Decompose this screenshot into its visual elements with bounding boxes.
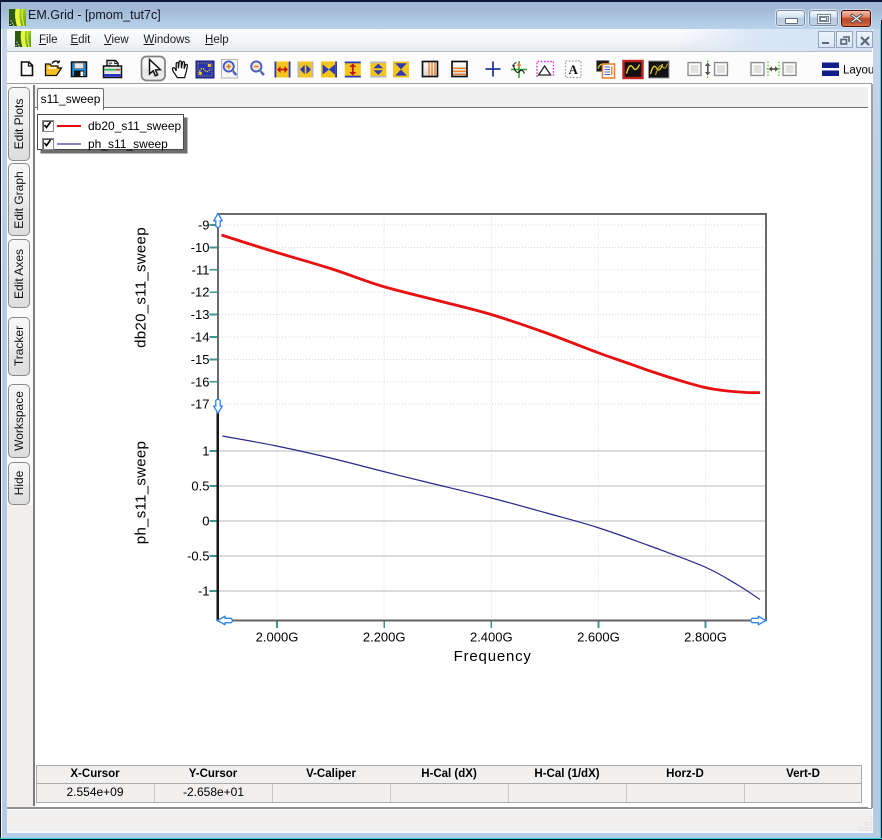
svg-text:-15: -15 bbox=[191, 352, 210, 367]
svg-text:2.000G: 2.000G bbox=[256, 630, 299, 645]
svg-text:-16: -16 bbox=[191, 374, 210, 389]
svg-text:Frequency: Frequency bbox=[454, 648, 532, 665]
svg-text:2.800G: 2.800G bbox=[684, 630, 727, 645]
svg-text:-9: -9 bbox=[198, 218, 210, 233]
svg-text:-12: -12 bbox=[191, 285, 210, 300]
svg-text:-10: -10 bbox=[191, 240, 210, 255]
svg-text:0.5: 0.5 bbox=[191, 479, 209, 494]
svg-text:ph_s11_sweep: ph_s11_sweep bbox=[133, 441, 150, 544]
svg-text:-11: -11 bbox=[192, 262, 210, 277]
svg-text:-1: -1 bbox=[198, 584, 210, 599]
svg-text:-17: -17 bbox=[191, 397, 210, 412]
svg-text:1: 1 bbox=[202, 444, 209, 459]
svg-text:-13: -13 bbox=[191, 307, 210, 322]
svg-text:2.600G: 2.600G bbox=[577, 630, 620, 645]
svg-text:2.200G: 2.200G bbox=[363, 630, 406, 645]
svg-text:0: 0 bbox=[202, 514, 209, 529]
svg-text:db20_s11_sweep: db20_s11_sweep bbox=[133, 227, 150, 348]
svg-text:-0.5: -0.5 bbox=[187, 549, 209, 564]
svg-text:-14: -14 bbox=[191, 330, 210, 345]
svg-text:2.400G: 2.400G bbox=[470, 630, 513, 645]
